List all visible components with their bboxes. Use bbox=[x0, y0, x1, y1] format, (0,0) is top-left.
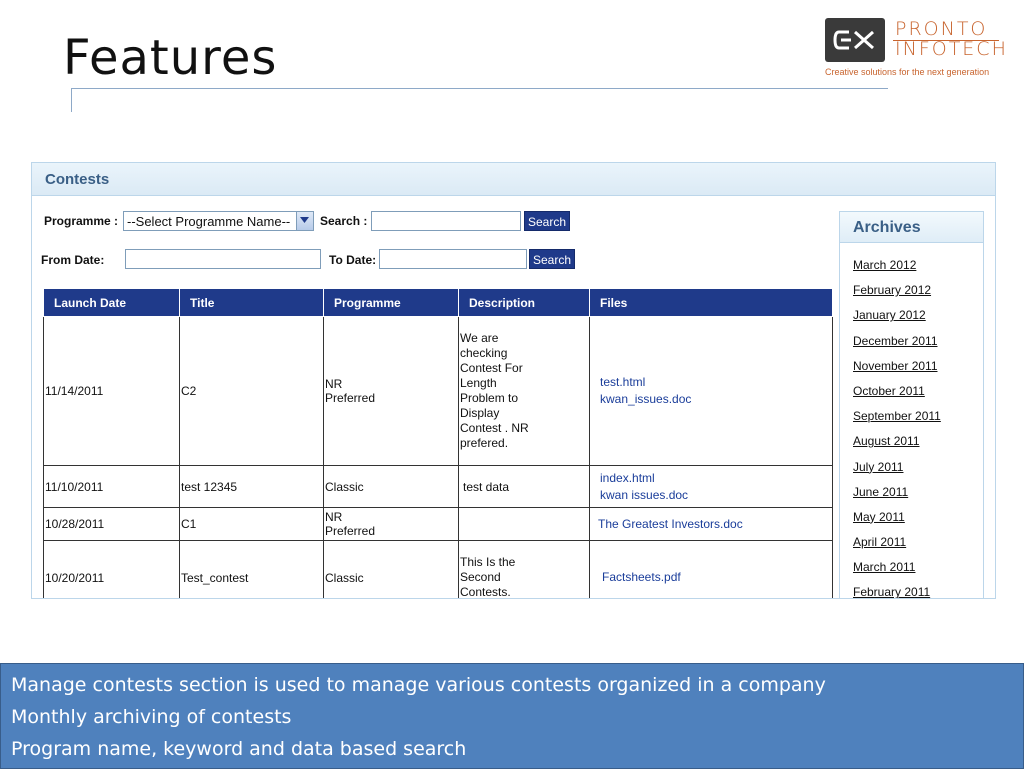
from-date-input[interactable] bbox=[125, 249, 321, 269]
cell-description: test data bbox=[458, 465, 590, 508]
archive-item: February 2011 bbox=[853, 585, 941, 598]
to-date-label: To Date: bbox=[329, 253, 377, 267]
table-row: 11/10/2011 test 12345 Classic test data … bbox=[43, 465, 833, 508]
table-row: 10/20/2011 Test_contest Classic This Is … bbox=[43, 540, 833, 598]
file-link[interactable]: index.html bbox=[600, 470, 831, 487]
slide-title: Features bbox=[63, 30, 278, 86]
archive-link[interactable]: February 2012 bbox=[853, 283, 931, 297]
note-line: Manage contests section is used to manag… bbox=[11, 674, 826, 696]
contests-screenshot: Contests Programme : --Select Programme … bbox=[31, 162, 996, 599]
date-search-button[interactable]: Search bbox=[529, 249, 575, 269]
contests-title: Contests bbox=[45, 171, 110, 188]
archive-item: March 2012 bbox=[853, 258, 941, 283]
file-link[interactable]: test.html bbox=[600, 374, 831, 391]
archive-link[interactable]: December 2011 bbox=[853, 334, 938, 348]
archive-item: December 2011 bbox=[853, 334, 941, 359]
title-divider-vertical bbox=[71, 88, 72, 112]
file-link[interactable]: kwan_issues.doc bbox=[600, 391, 831, 408]
programme-select-value: --Select Programme Name-- bbox=[127, 214, 291, 229]
chevron-down-icon[interactable] bbox=[296, 212, 313, 230]
note-line: Monthly archiving of contests bbox=[11, 706, 292, 728]
file-link[interactable]: Factsheets.pdf bbox=[602, 569, 831, 586]
archive-link[interactable]: August 2011 bbox=[853, 434, 920, 448]
table-row: 10/28/2011 C1 NR Preferred The Greatest … bbox=[43, 507, 833, 541]
table-row: 11/14/2011 C2 NR Preferred We are checki… bbox=[43, 316, 833, 466]
programme-label: Programme : bbox=[44, 214, 119, 228]
archive-link[interactable]: January 2012 bbox=[853, 308, 926, 322]
contests-header: Contests bbox=[32, 163, 995, 196]
cell-programme: NR Preferred bbox=[323, 316, 459, 466]
note-line: Program name, keyword and data based sea… bbox=[11, 738, 467, 760]
file-link[interactable]: The Greatest Investors.doc bbox=[598, 516, 831, 533]
archive-link[interactable]: April 2011 bbox=[853, 535, 906, 549]
cell-launch-date: 10/20/2011 bbox=[43, 540, 180, 598]
archive-link[interactable]: March 2012 bbox=[853, 258, 916, 272]
from-date-label: From Date: bbox=[41, 253, 105, 267]
archive-item: September 2011 bbox=[853, 409, 941, 434]
archives-list: March 2012 February 2012 January 2012 De… bbox=[853, 258, 941, 598]
archive-link[interactable]: February 2011 bbox=[853, 585, 930, 598]
column-header[interactable]: Programme bbox=[323, 288, 459, 317]
to-date-input[interactable] bbox=[379, 249, 527, 269]
archive-item: October 2011 bbox=[853, 384, 941, 409]
cell-launch-date: 11/14/2011 bbox=[43, 316, 180, 466]
cell-title: Test_contest bbox=[179, 540, 324, 598]
archive-item: March 2011 bbox=[853, 560, 941, 585]
cell-files: index.html kwan issues.doc bbox=[589, 465, 833, 508]
cell-launch-date: 10/28/2011 bbox=[43, 507, 180, 541]
file-link[interactable]: kwan issues.doc bbox=[600, 487, 831, 504]
title-divider-horizontal bbox=[71, 88, 888, 89]
cell-description: We are checking Contest For Length Probl… bbox=[458, 316, 590, 466]
cell-programme: Classic bbox=[323, 465, 459, 508]
cell-description bbox=[458, 507, 590, 541]
logo-text-line1: PRONTO bbox=[895, 18, 988, 40]
pronto-logo-mark-icon bbox=[825, 18, 885, 62]
archive-item: November 2011 bbox=[853, 359, 941, 384]
archive-link[interactable]: June 2011 bbox=[853, 485, 908, 499]
archive-link[interactable]: October 2011 bbox=[853, 384, 925, 398]
archives-panel: Archives March 2012 February 2012 Januar… bbox=[839, 211, 984, 598]
logo-text-line2: INFOTECH bbox=[895, 38, 1008, 60]
archive-item: April 2011 bbox=[853, 535, 941, 560]
cell-title: C2 bbox=[179, 316, 324, 466]
cell-description: This Is the Second Contests. bbox=[458, 540, 590, 598]
archive-link[interactable]: March 2011 bbox=[853, 560, 915, 574]
archive-item: August 2011 bbox=[853, 434, 941, 459]
table-header-row: Launch Date Title Programme Description … bbox=[43, 288, 833, 317]
company-logo: PRONTO INFOTECH Creative solutions for t… bbox=[825, 16, 1008, 80]
search-label: Search : bbox=[320, 214, 368, 228]
contests-table: Launch Date Title Programme Description … bbox=[43, 288, 833, 598]
feature-notes: Manage contests section is used to manag… bbox=[0, 663, 1024, 769]
cell-programme: NR Preferred bbox=[323, 507, 459, 541]
cell-files: Factsheets.pdf bbox=[589, 540, 833, 598]
column-header[interactable]: Launch Date bbox=[43, 288, 180, 317]
logo-tagline: Creative solutions for the next generati… bbox=[825, 67, 990, 77]
cell-launch-date: 11/10/2011 bbox=[43, 465, 180, 508]
cell-programme: Classic bbox=[323, 540, 459, 598]
cell-files: test.html kwan_issues.doc bbox=[589, 316, 833, 466]
column-header[interactable]: Files bbox=[589, 288, 833, 317]
cell-title: test 12345 bbox=[179, 465, 324, 508]
search-button[interactable]: Search bbox=[524, 211, 570, 231]
cell-files: The Greatest Investors.doc bbox=[589, 507, 833, 541]
programme-select[interactable]: --Select Programme Name-- bbox=[123, 211, 314, 231]
archive-link[interactable]: July 2011 bbox=[853, 460, 903, 474]
archive-item: January 2012 bbox=[853, 308, 941, 333]
archives-header: Archives bbox=[840, 212, 983, 243]
search-input[interactable] bbox=[371, 211, 521, 231]
archive-link[interactable]: November 2011 bbox=[853, 359, 938, 373]
archive-item: July 2011 bbox=[853, 460, 941, 485]
cell-title: C1 bbox=[179, 507, 324, 541]
archive-link[interactable]: September 2011 bbox=[853, 409, 941, 423]
archive-link[interactable]: May 2011 bbox=[853, 510, 905, 524]
archives-title: Archives bbox=[853, 219, 921, 236]
column-header[interactable]: Title bbox=[179, 288, 324, 317]
column-header[interactable]: Description bbox=[458, 288, 590, 317]
archive-item: February 2012 bbox=[853, 283, 941, 308]
archive-item: June 2011 bbox=[853, 485, 941, 510]
archive-item: May 2011 bbox=[853, 510, 941, 535]
